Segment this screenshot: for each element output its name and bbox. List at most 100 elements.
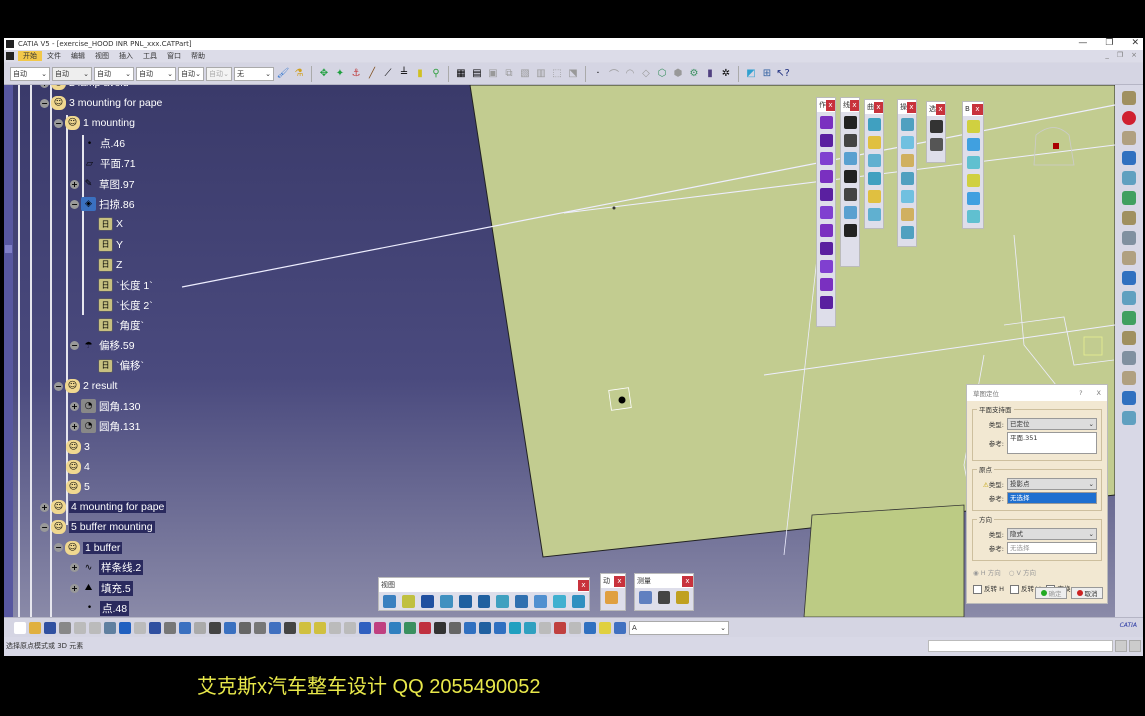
tree-node[interactable]: ▱ 平面.71 [82,156,136,172]
iso-view-icon[interactable] [534,595,548,608]
geometry-icon[interactable] [1122,331,1136,345]
collapse-icon[interactable]: − [70,199,79,209]
cancel-button[interactable]: 取消 [1071,587,1103,599]
tool-button-icon[interactable] [966,174,980,187]
tree-node[interactable]: + ◔ 圆角.131 [70,418,140,434]
open-icon[interactable] [29,621,41,634]
formula-icon[interactable] [164,621,176,634]
tool-button-icon[interactable] [867,172,881,185]
tool-button-icon[interactable] [819,134,833,147]
expand-icon[interactable]: + [40,85,49,88]
line-thickness-combo[interactable]: 自动 ⌄ [94,66,134,81]
point-type-combo[interactable]: 自动 ⌄ [178,66,204,81]
link-icon[interactable] [1122,291,1136,305]
tool-button-icon[interactable] [900,136,914,149]
tool-button-icon[interactable] [867,154,881,167]
menu-start[interactable]: 开始 [18,51,42,61]
expand-icon[interactable]: + [70,563,79,573]
tool-button-icon[interactable] [900,190,914,203]
menu-file[interactable]: 文件 [42,51,66,61]
analysis-icon[interactable] [1122,271,1136,285]
ok-button[interactable]: 确定 [1035,587,1067,599]
comment-icon[interactable] [179,621,191,634]
whats-this-icon[interactable] [149,621,161,634]
layout-icon[interactable] [329,621,341,634]
knowledge-icon[interactable] [1122,411,1136,425]
tool-button-icon[interactable] [819,188,833,201]
expand-icon[interactable]: + [70,583,79,593]
tree-node[interactable]: ☺ 4 [66,459,90,475]
axis-icon[interactable]: ▮ [413,67,427,81]
dimension-icon[interactable]: ╧ [397,67,411,81]
collapse-icon[interactable]: − [70,341,79,351]
doc-restore-button[interactable]: ❐ [1117,51,1123,59]
normal-view-icon[interactable] [496,595,510,608]
layer-combo[interactable]: 无 ⌄ [234,66,274,81]
tool-button-icon[interactable] [966,138,980,151]
camera-icon[interactable] [284,621,296,634]
paste-icon[interactable] [104,621,116,634]
tool-button-icon[interactable] [966,156,980,169]
tree-icon[interactable] [224,621,236,634]
move-icon[interactable]: ✥ [317,67,331,81]
tree-node[interactable]: + ☺ 4 mounting for pape [40,499,167,515]
hide-show-icon[interactable] [572,595,585,608]
paintbrush-icon[interactable]: 🖌 [276,67,290,81]
dimension-icon[interactable] [1122,191,1136,205]
tool-button-icon[interactable] [929,120,943,133]
collapse-icon[interactable]: − [40,522,49,532]
tree-node[interactable]: +☺2 lamp avoid [40,85,129,91]
lock-icon[interactable] [239,621,251,634]
annotation-icon[interactable] [1122,231,1136,245]
pan-icon[interactable] [420,595,434,608]
close-icon[interactable]: x [874,101,883,113]
close-icon[interactable]: x [578,579,589,591]
tool-button-icon[interactable] [819,116,833,129]
knowledge-icon[interactable]: ✲ [719,67,733,81]
tree-node[interactable]: • 点.48 [82,600,130,616]
command-input[interactable] [928,640,1113,652]
rotate-view-icon[interactable] [439,595,453,608]
cube-icon[interactable] [509,621,521,634]
tree-node[interactable]: • 点.46 [82,136,125,152]
tree-node[interactable]: 日 `偏移` [98,358,144,374]
ring-icon[interactable] [434,621,446,634]
tool-button-icon[interactable] [819,152,833,165]
minimize-button[interactable]: — [1078,38,1087,48]
print-icon[interactable] [59,621,71,634]
tree-node[interactable]: + ∿ 样条线.2 [70,560,144,576]
tool-button-icon[interactable] [843,134,857,147]
expand-icon[interactable]: + [40,502,49,512]
point-tool-icon[interactable]: · [591,67,605,81]
tool-button-icon[interactable] [843,152,857,165]
hide-icon[interactable] [299,621,311,634]
tree-node[interactable]: − ☂ 偏移.59 [70,338,135,354]
mirror-icon[interactable] [554,621,566,634]
tools-icon[interactable] [1122,311,1136,325]
catalog-icon[interactable] [1122,391,1136,405]
axis-system-icon[interactable] [1122,171,1136,185]
draft-icon[interactable] [569,621,581,634]
tree-node[interactable]: − ☺ 1 mounting [54,115,135,131]
support-type-select[interactable]: 已定位 ⌄ [1007,418,1097,430]
copy-icon[interactable] [89,621,101,634]
gear-icon[interactable]: ⚙ [687,67,701,81]
origin-reference-field[interactable]: 无选择 [1007,492,1097,504]
close-button[interactable]: ✕ [1131,38,1139,48]
tool-button-icon[interactable] [900,208,914,221]
tree-node[interactable]: − ☺ 5 buffer mounting [40,519,155,535]
multi-view-icon[interactable] [515,595,529,608]
tree-node[interactable]: ☺ 5 [66,479,90,495]
tool-button-icon[interactable] [867,118,881,131]
close-icon[interactable]: x [907,101,916,113]
eraser-icon[interactable] [419,621,431,634]
table-icon[interactable] [209,621,221,634]
rotate-icon[interactable]: ✦ [333,67,347,81]
collapse-icon[interactable]: − [54,118,63,128]
frame-icon[interactable] [344,621,356,634]
tool-button-icon[interactable] [843,116,857,129]
tool-button-icon[interactable] [867,136,881,149]
tool-button-icon[interactable] [843,170,857,183]
tree-node[interactable]: + ⛰ 填充.5 [70,580,133,596]
tool-button-icon[interactable] [867,208,881,221]
